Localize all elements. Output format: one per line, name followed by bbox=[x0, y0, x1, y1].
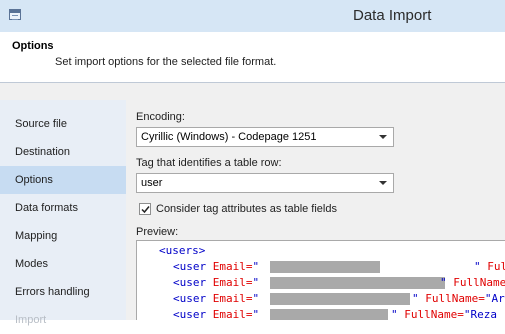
wizard-header: Options Set import options for the selec… bbox=[0, 32, 505, 82]
xml-line: <user Email=" bbox=[173, 308, 260, 320]
tag-value: user bbox=[141, 177, 163, 189]
chevron-down-icon[interactable] bbox=[379, 181, 387, 185]
sidebar-item-import[interactable]: Import bbox=[0, 306, 126, 334]
sidebar-item-mapping[interactable]: Mapping bbox=[0, 222, 126, 250]
tag-select[interactable]: user bbox=[136, 173, 394, 193]
page-title: Options bbox=[12, 40, 54, 52]
header-band bbox=[0, 83, 505, 100]
tag-label: Tag that identifies a table row: bbox=[136, 157, 282, 169]
xml-line-tail: " FullName="Ar bbox=[412, 292, 505, 305]
xml-line-tail: " Ful bbox=[474, 260, 505, 273]
consider-attributes-checkbox[interactable] bbox=[139, 203, 151, 215]
title-bar: Data Import bbox=[0, 0, 505, 32]
xml-root-tag: <users> bbox=[159, 244, 206, 257]
encoding-select[interactable]: Cyrillic (Windows) - Codepage 1251 bbox=[136, 127, 394, 147]
encoding-value: Cyrillic (Windows) - Codepage 1251 bbox=[141, 131, 317, 143]
redacted-email bbox=[270, 277, 445, 289]
page-description: Set import options for the selected file… bbox=[55, 56, 277, 68]
sidebar-item-modes[interactable]: Modes bbox=[0, 250, 126, 278]
consider-attributes-label[interactable]: Consider tag attributes as table fields bbox=[156, 203, 337, 215]
xml-preview[interactable]: <users> <user Email=" " Ful <user Email=… bbox=[136, 240, 505, 320]
xml-line: <user Email=" bbox=[173, 292, 260, 305]
chevron-down-icon[interactable] bbox=[379, 135, 387, 139]
xml-line: <user Email=" bbox=[173, 276, 260, 289]
window-title: Data Import bbox=[353, 7, 432, 24]
redacted-email bbox=[270, 293, 410, 305]
redacted-email bbox=[270, 309, 388, 320]
table-icon[interactable] bbox=[9, 9, 21, 20]
sidebar-item-destination[interactable]: Destination bbox=[0, 138, 126, 166]
encoding-label: Encoding: bbox=[136, 111, 185, 123]
xml-line-tail: " FullName="Reza bbox=[391, 308, 497, 320]
sidebar-item-errors-handling[interactable]: Errors handling bbox=[0, 278, 126, 306]
checkmark-icon bbox=[141, 206, 150, 214]
preview-label: Preview: bbox=[136, 226, 179, 238]
xml-line: <user Email=" bbox=[173, 260, 260, 273]
redacted-email bbox=[270, 261, 380, 273]
wizard-sidebar: Source file Destination Options Data for… bbox=[0, 100, 126, 326]
sidebar-item-source-file[interactable]: Source file bbox=[0, 110, 126, 138]
xml-line-tail: " FullName bbox=[440, 276, 505, 289]
sidebar-item-options[interactable]: Options bbox=[0, 166, 126, 194]
sidebar-item-data-formats[interactable]: Data formats bbox=[0, 194, 126, 222]
